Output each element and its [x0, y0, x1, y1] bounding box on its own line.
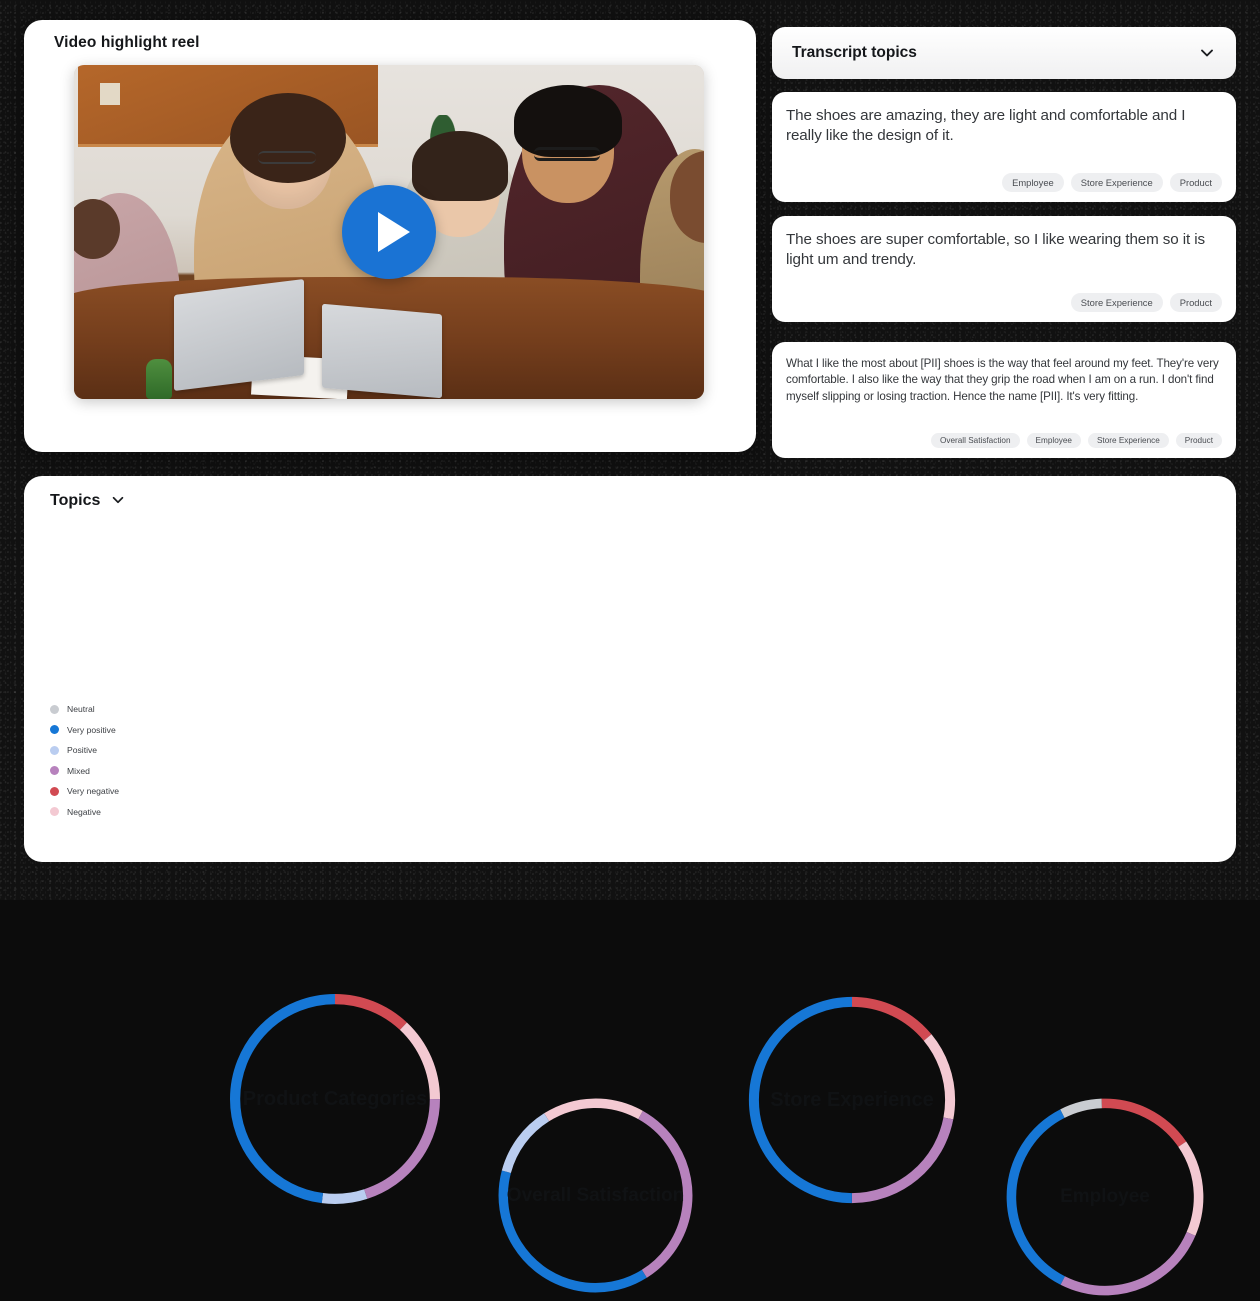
play-button[interactable] — [342, 185, 436, 279]
topic-tag[interactable]: Store Experience — [1070, 173, 1163, 192]
transcript-card[interactable]: The shoes are super comfortable, so I li… — [772, 216, 1236, 322]
topic-tag[interactable]: Employee — [1026, 433, 1081, 448]
transcript-topics-header[interactable]: Transcript topics — [772, 27, 1236, 79]
scene-laptop — [174, 279, 304, 391]
topic-tag[interactable]: Store Experience — [1087, 433, 1169, 448]
transcript-text: What I like the most about [PII] shoes i… — [786, 357, 1219, 403]
chevron-down-icon[interactable] — [1198, 44, 1216, 62]
scene-sticky-note — [100, 83, 120, 105]
play-icon — [377, 212, 410, 252]
topic-tag[interactable]: Store Experience — [1070, 293, 1163, 312]
video-card-title: Video highlight reel — [54, 34, 200, 51]
donut-chart[interactable]: Store Experience — [743, 991, 961, 1209]
donut-chart[interactable]: Overall Satisfaction — [493, 1093, 698, 1298]
transcript-tag-row: Overall Satisfaction Employee Store Expe… — [931, 433, 1222, 448]
transcript-text: The shoes are super comfortable, so I li… — [786, 231, 1206, 268]
topic-tag[interactable]: Product — [1169, 293, 1222, 312]
video-thumbnail[interactable] — [74, 65, 704, 399]
topic-tag[interactable]: Product — [1175, 433, 1222, 448]
transcript-topics-title: Transcript topics — [792, 44, 917, 61]
topics-card: Topics Neutral Very positive Positive Mixed… — [24, 476, 1236, 1296]
video-highlight-card: Video highlight reel — [24, 20, 756, 452]
transcript-card[interactable]: The shoes are amazing, they are light an… — [772, 92, 1236, 202]
donut-chart[interactable]: Product Categories — [224, 988, 446, 1210]
topic-tag[interactable]: Overall Satisfaction — [931, 433, 1020, 448]
transcript-tag-row: Employee Store Experience Product — [1002, 173, 1222, 192]
transcript-card[interactable]: What I like the most about [PII] shoes i… — [772, 342, 1236, 458]
donut-chart[interactable]: Employee — [1001, 1093, 1209, 1301]
scene-laptop — [322, 303, 442, 399]
donut-chart-group: Product Categories Overall Satisfaction St… — [24, 476, 1236, 1296]
scene-table — [74, 277, 704, 399]
topic-tag[interactable]: Employee — [1002, 173, 1064, 192]
transcript-text: The shoes are amazing, they are light an… — [786, 107, 1186, 144]
topic-tag[interactable]: Product — [1169, 173, 1222, 192]
transcript-tag-row: Store Experience Product — [1070, 293, 1222, 312]
scene-cactus — [146, 359, 172, 399]
dashboard-stage: Video highlight reel Transcript topics T… — [0, 0, 1260, 1296]
